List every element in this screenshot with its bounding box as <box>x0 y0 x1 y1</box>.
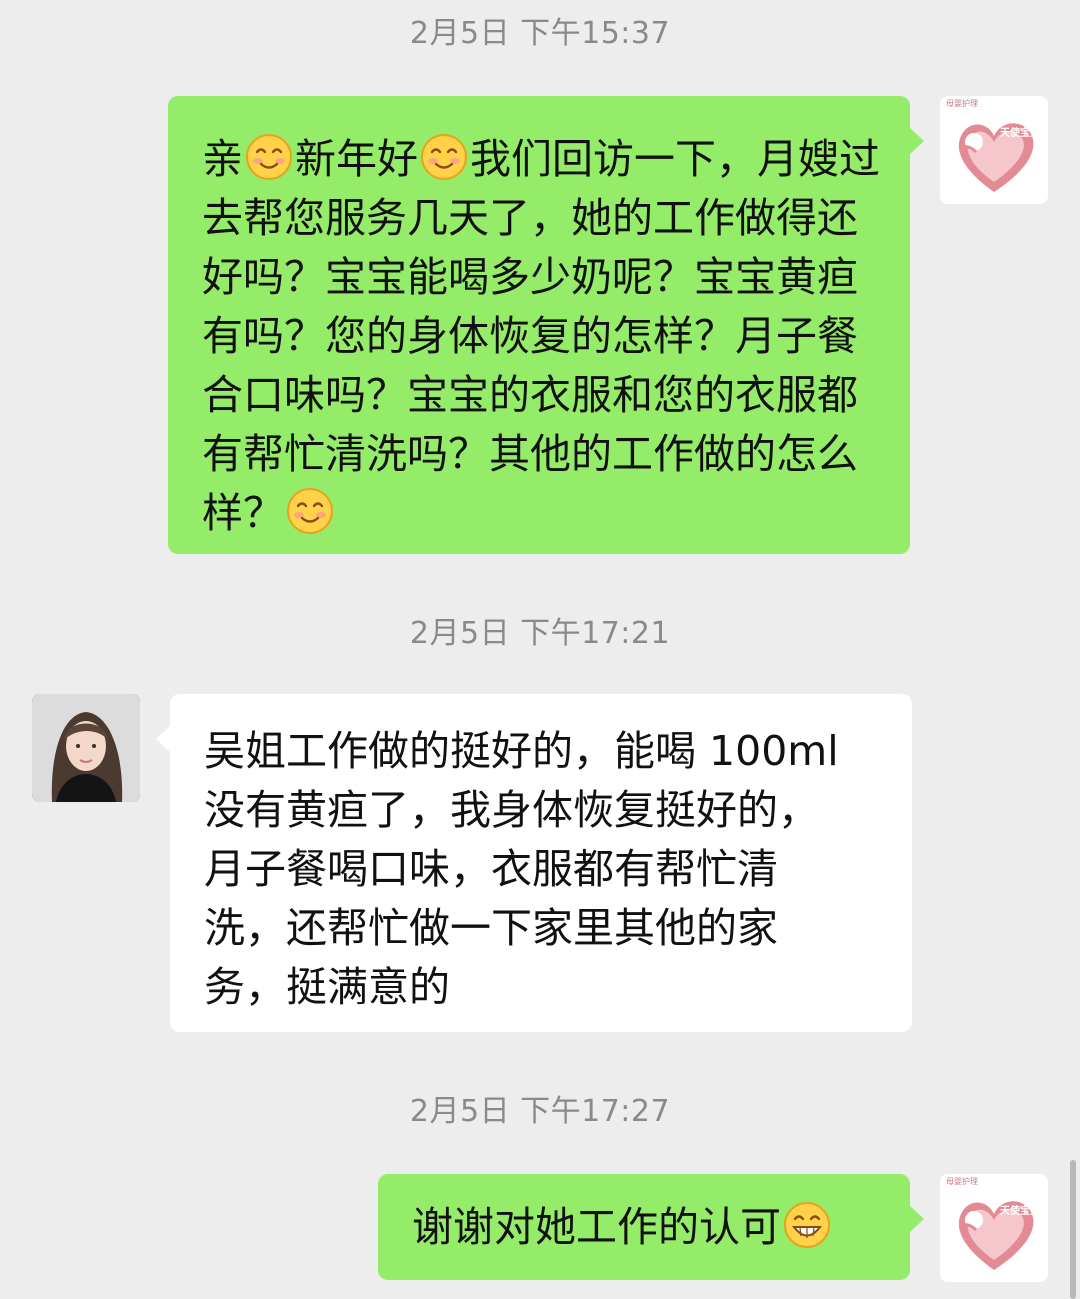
person-photo-icon <box>32 694 140 802</box>
message-text-part: 我们回访一下，月嫂过去帮您服务几天了，她的工作做得还好吗？宝宝能喝多少奶呢？宝宝… <box>202 135 880 537</box>
outgoing-message-bubble[interactable]: 亲 新年好 我们回访一下，月嫂过去帮您服务几天了，她的工作做得还好吗？宝宝能喝多… <box>168 96 910 554</box>
sender-avatar[interactable]: 母婴护理 天使宝贝 <box>940 1174 1048 1282</box>
smile-emoji-icon <box>246 134 292 180</box>
outgoing-message-bubble[interactable]: 谢谢对她工作的认可 <box>378 1174 910 1280</box>
brand-logo-text: 天使宝贝 <box>1000 126 1040 139</box>
message-text-part: 新年好 <box>295 135 418 183</box>
bubble-tail <box>910 1206 924 1232</box>
smile-emoji-icon <box>287 488 333 534</box>
sender-avatar[interactable]: 母婴护理 天使宝贝 <box>940 96 1048 204</box>
message-text-part: 亲 <box>202 135 243 183</box>
smile-emoji-icon <box>421 134 467 180</box>
incoming-message-bubble[interactable]: 吴姐工作做的挺好的，能喝 100ml 没有黄疸了，我身体恢复挺好的， 月子餐喝口… <box>170 694 912 1032</box>
message-text: 谢谢对她工作的认可 <box>412 1203 781 1251</box>
contact-avatar[interactable] <box>32 694 140 802</box>
bubble-tail <box>910 128 924 154</box>
grin-emoji-icon <box>784 1202 830 1248</box>
brand-small-text: 母婴护理 <box>946 1176 978 1186</box>
message-timestamp: 2月5日 下午15:37 <box>409 16 671 51</box>
message-timestamp: 2月5日 下午17:27 <box>409 1094 671 1129</box>
message-timestamp: 2月5日 下午17:21 <box>409 616 671 651</box>
message-text: 吴姐工作做的挺好的，能喝 100ml 没有黄疸了，我身体恢复挺好的， 月子餐喝口… <box>204 727 839 1011</box>
brand-logo-icon: 母婴护理 天使宝贝 <box>946 98 1040 192</box>
bubble-tail <box>156 726 170 752</box>
scrollbar[interactable] <box>1070 1160 1076 1299</box>
brand-small-text: 母婴护理 <box>946 98 978 108</box>
brand-logo-text: 天使宝贝 <box>1000 1204 1040 1217</box>
brand-logo-icon: 母婴护理 天使宝贝 <box>946 1176 1040 1270</box>
